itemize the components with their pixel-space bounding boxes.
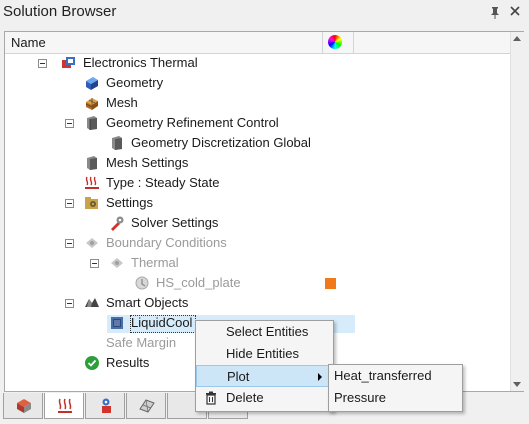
column-header: Name [5,32,510,54]
heat-wave-icon [58,398,72,413]
menu-item-label: Pressure [334,390,387,405]
plot-submenu: Heat_transferred Pressure [328,364,463,412]
trash-icon [206,391,216,405]
safe-margin-icon [84,335,100,351]
tree-item-label: Thermal [131,255,179,270]
checkmark-icon [85,356,99,370]
tree-item-label: Mesh [106,95,138,110]
tree-item-label: Settings [106,195,153,210]
boundary-conditions-icon [86,238,98,248]
column-separator[interactable] [322,32,323,53]
tree-item-label: Safe Margin [106,335,177,350]
scroll-down-arrow-icon[interactable] [513,382,521,387]
tree-item-label: Type : Steady State [106,175,220,190]
color-wheel-icon[interactable] [328,35,342,49]
tab-parts[interactable] [85,393,125,419]
solver-settings-icon [111,216,124,231]
mesh-icon [85,98,98,110]
liquid-cool-icon [111,317,123,329]
tree-item-label: Geometry [106,75,164,90]
menu-item-select-entities[interactable]: Select Entities [196,321,331,343]
refinement-icon [87,116,97,130]
menu-item-label: Select Entities [226,324,309,339]
tree-item-label: LiquidCool [131,315,193,330]
tree-item-label: Geometry Refinement Control [106,115,279,130]
model-tab-icon [17,399,31,413]
submenu-arrow-icon [318,373,322,381]
collapse-toggle[interactable] [65,239,74,248]
submenu-item-heat-transferred[interactable]: Heat_transferred [329,365,460,387]
color-swatch[interactable] [325,278,336,289]
menu-item-hide-entities[interactable]: Hide Entities [196,343,331,365]
collapse-toggle[interactable] [90,259,99,268]
tree-item-label: Results [106,355,150,370]
collapse-toggle[interactable] [38,59,47,68]
context-menu: Select Entities Hide Entities Plot Delet… [195,320,334,412]
smart-objects-icon [85,298,99,307]
refinement-icon [112,136,122,150]
heat-wave-icon [85,176,99,189]
name-column-header[interactable]: Name [11,35,46,50]
mesh-tab-icon [139,399,155,413]
geometry-icon [86,77,98,90]
submenu-item-pressure[interactable]: Pressure [329,387,460,409]
window-title: Solution Browser [3,3,117,20]
tab-solution[interactable] [44,393,84,419]
menu-item-label: Plot [227,369,250,384]
pin-icon[interactable] [488,5,502,19]
menu-item-label: Hide Entities [226,346,299,361]
tree-item-label: Boundary Conditions [106,235,227,250]
scroll-up-arrow-icon[interactable] [513,36,521,41]
tree-item-label: HS_cold_plate [156,275,241,290]
tree-item-label: Smart Objects [106,295,189,310]
close-icon[interactable] [508,4,522,18]
menu-item-label: Heat_transferred [334,368,432,383]
parts-tab-icon [102,398,111,413]
menu-item-label: Delete [226,390,264,405]
thermal-icon [111,258,123,268]
tab-model[interactable] [3,393,43,419]
menu-item-plot[interactable]: Plot [196,365,331,387]
tree-item-label: Solver Settings [131,215,219,230]
tree-item-label: Mesh Settings [106,155,189,170]
title-bar: Solution Browser [0,0,529,26]
vertical-scrollbar[interactable] [510,32,524,391]
tree-item-label: Geometry Discretization Global [131,135,311,150]
tree-item-label: Electronics Thermal [83,55,198,70]
collapse-toggle[interactable] [65,119,74,128]
analysis-icon [62,57,75,68]
tab-mesh[interactable] [126,393,166,419]
load-icon [135,276,149,290]
collapse-toggle[interactable] [65,199,74,208]
mesh-settings-icon [87,156,97,170]
collapse-toggle[interactable] [65,299,74,308]
column-separator[interactable] [353,32,354,53]
settings-folder-icon [85,197,98,209]
menu-item-delete[interactable]: Delete [196,387,331,409]
